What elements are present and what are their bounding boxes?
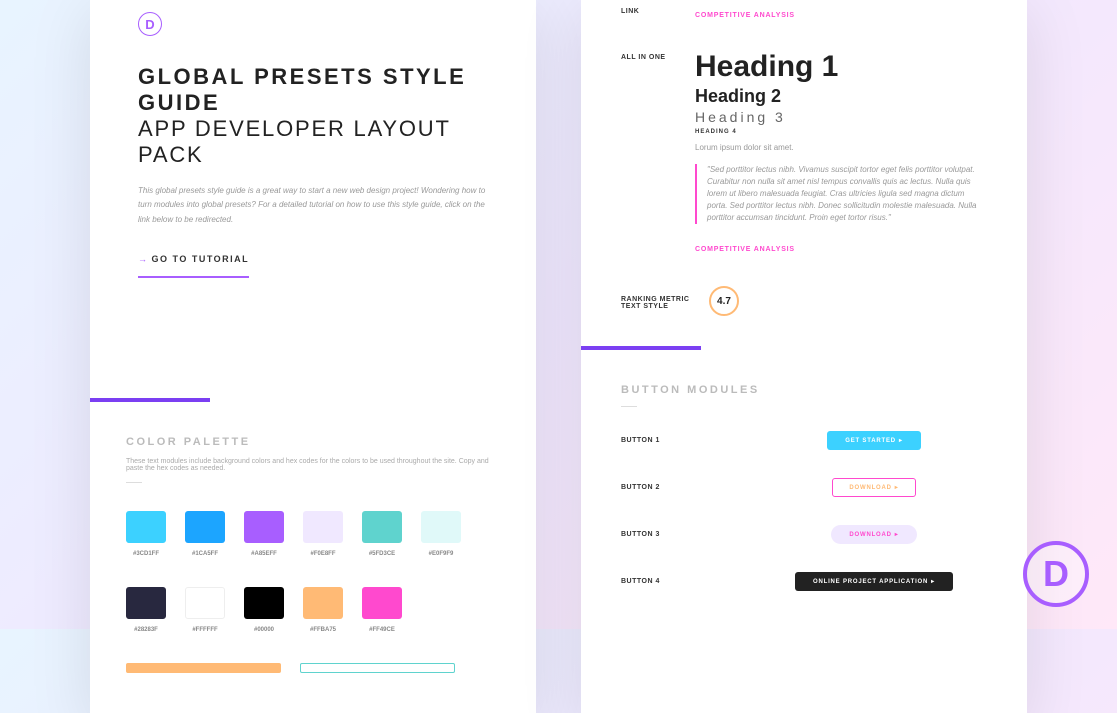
color-swatch	[303, 511, 343, 543]
color-palette-subtitle: These text modules include background co…	[126, 458, 500, 472]
button-modules-title: BUTTON MODULES	[621, 384, 987, 396]
swatch-item: #F0E8FF	[303, 511, 343, 557]
get-started-button[interactable]: GET STARTED▸	[827, 431, 921, 450]
project-application-button[interactable]: ONLINE PROJECT APPLICATION▸	[795, 572, 953, 591]
swatch-label: #FF49CE	[369, 627, 395, 633]
color-swatch	[185, 587, 225, 619]
color-swatch	[362, 587, 402, 619]
hero-title-2: APP DEVELOPER LAYOUT PACK	[138, 116, 488, 168]
long-swatch	[126, 663, 281, 673]
color-swatch	[421, 511, 461, 543]
swatch-item: #28283F	[126, 587, 166, 633]
swatch-label: #28283F	[134, 627, 158, 633]
left-panel: D GLOBAL PRESETS STYLE GUIDE APP DEVELOP…	[90, 0, 536, 713]
long-swatch	[300, 663, 455, 673]
arrow-icon: ▸	[931, 578, 935, 585]
color-swatch	[126, 587, 166, 619]
mini-divider	[126, 482, 142, 483]
heading-2: Heading 2	[695, 86, 987, 107]
swatch-label: #5FD3CE	[369, 551, 395, 557]
arrow-icon: ▸	[899, 437, 903, 444]
color-swatch	[362, 511, 402, 543]
swatch-label: #1CA5FF	[192, 551, 218, 557]
arrow-icon: ▸	[895, 484, 899, 491]
color-palette-title: COLOR PALETTE	[126, 436, 500, 448]
allinone-label: ALL IN ONE	[621, 50, 695, 256]
swatch-label: #3CD1FF	[133, 551, 159, 557]
swatch-item: #5FD3CE	[362, 511, 402, 557]
swatch-item: #A85EFF	[244, 511, 284, 557]
heading-4: HEADING 4	[695, 129, 987, 135]
swatch-item: #3CD1FF	[126, 511, 166, 557]
heading-3: Heading 3	[695, 109, 987, 125]
button-4-label: BUTTON 4	[621, 578, 761, 585]
swatch-row-1: #3CD1FF #1CA5FF #A85EFF #F0E8FF #5FD3CE …	[126, 511, 500, 557]
swatch-item: #00000	[244, 587, 284, 633]
swatch-item: #1CA5FF	[185, 511, 225, 557]
swatch-label: #A85EFF	[251, 551, 277, 557]
color-swatch	[303, 587, 343, 619]
swatch-item: #FF49CE	[362, 587, 402, 633]
color-swatch	[244, 511, 284, 543]
button-1-label: BUTTON 1	[621, 437, 761, 444]
competitive-analysis-link[interactable]: COMPETITIVE ANALYSIS	[695, 12, 795, 19]
lorem-text: Lorum ipsum dolor sit amet.	[695, 143, 987, 152]
logo-icon: D	[138, 12, 162, 36]
color-swatch	[185, 511, 225, 543]
button-text: GET STARTED	[845, 438, 896, 444]
link-row-label: LINK	[621, 4, 695, 22]
long-swatch-row	[126, 663, 500, 673]
competitive-analysis-link-2[interactable]: COMPETITIVE ANALYSIS	[695, 246, 795, 253]
arrow-icon: ▸	[895, 531, 899, 538]
mini-divider	[621, 406, 637, 407]
hero-description: This global presets style guide is a gre…	[138, 184, 488, 227]
right-panel: LINK COMPETITIVE ANALYSIS ALL IN ONE Hea…	[581, 0, 1027, 713]
button-text: ONLINE PROJECT APPLICATION	[813, 579, 928, 585]
swatch-label: #E0F9F9	[429, 551, 454, 557]
arrow-icon: →	[138, 254, 149, 264]
floating-logo-icon[interactable]: D	[1023, 541, 1089, 607]
button-2-label: BUTTON 2	[621, 484, 761, 491]
hero-title-1: GLOBAL PRESETS STYLE GUIDE	[138, 64, 488, 116]
swatch-item: #FFFFFF	[185, 587, 225, 633]
button-text: DOWNLOAD	[849, 532, 891, 538]
tutorial-link[interactable]: →GO TO TUTORIAL	[138, 254, 249, 278]
download-button-pill[interactable]: DOWNLOAD ▸	[831, 525, 916, 544]
metric-circle: 4.7	[709, 286, 739, 316]
tutorial-link-label: GO TO TUTORIAL	[152, 254, 250, 264]
metric-label: RANKING METRIC TEXT STYLE	[621, 292, 695, 310]
swatch-item: #FFBA75	[303, 587, 343, 633]
button-3-label: BUTTON 3	[621, 531, 761, 538]
color-swatch	[126, 511, 166, 543]
swatch-label: #FFBA75	[310, 627, 336, 633]
swatch-label: #FFFFFF	[192, 627, 217, 633]
swatch-label: #00000	[254, 627, 274, 633]
swatch-item: #E0F9F9	[421, 511, 461, 557]
swatch-label: #F0E8FF	[310, 551, 335, 557]
swatch-row-2: #28283F #FFFFFF #00000 #FFBA75 #FF49CE	[126, 587, 500, 633]
download-button[interactable]: DOWNLOAD ▸	[832, 478, 915, 497]
blockquote: "Sed porttitor lectus nibh. Vivamus susc…	[695, 164, 987, 224]
heading-1: Heading 1	[695, 50, 987, 84]
button-text: DOWNLOAD	[849, 485, 891, 491]
color-swatch	[244, 587, 284, 619]
